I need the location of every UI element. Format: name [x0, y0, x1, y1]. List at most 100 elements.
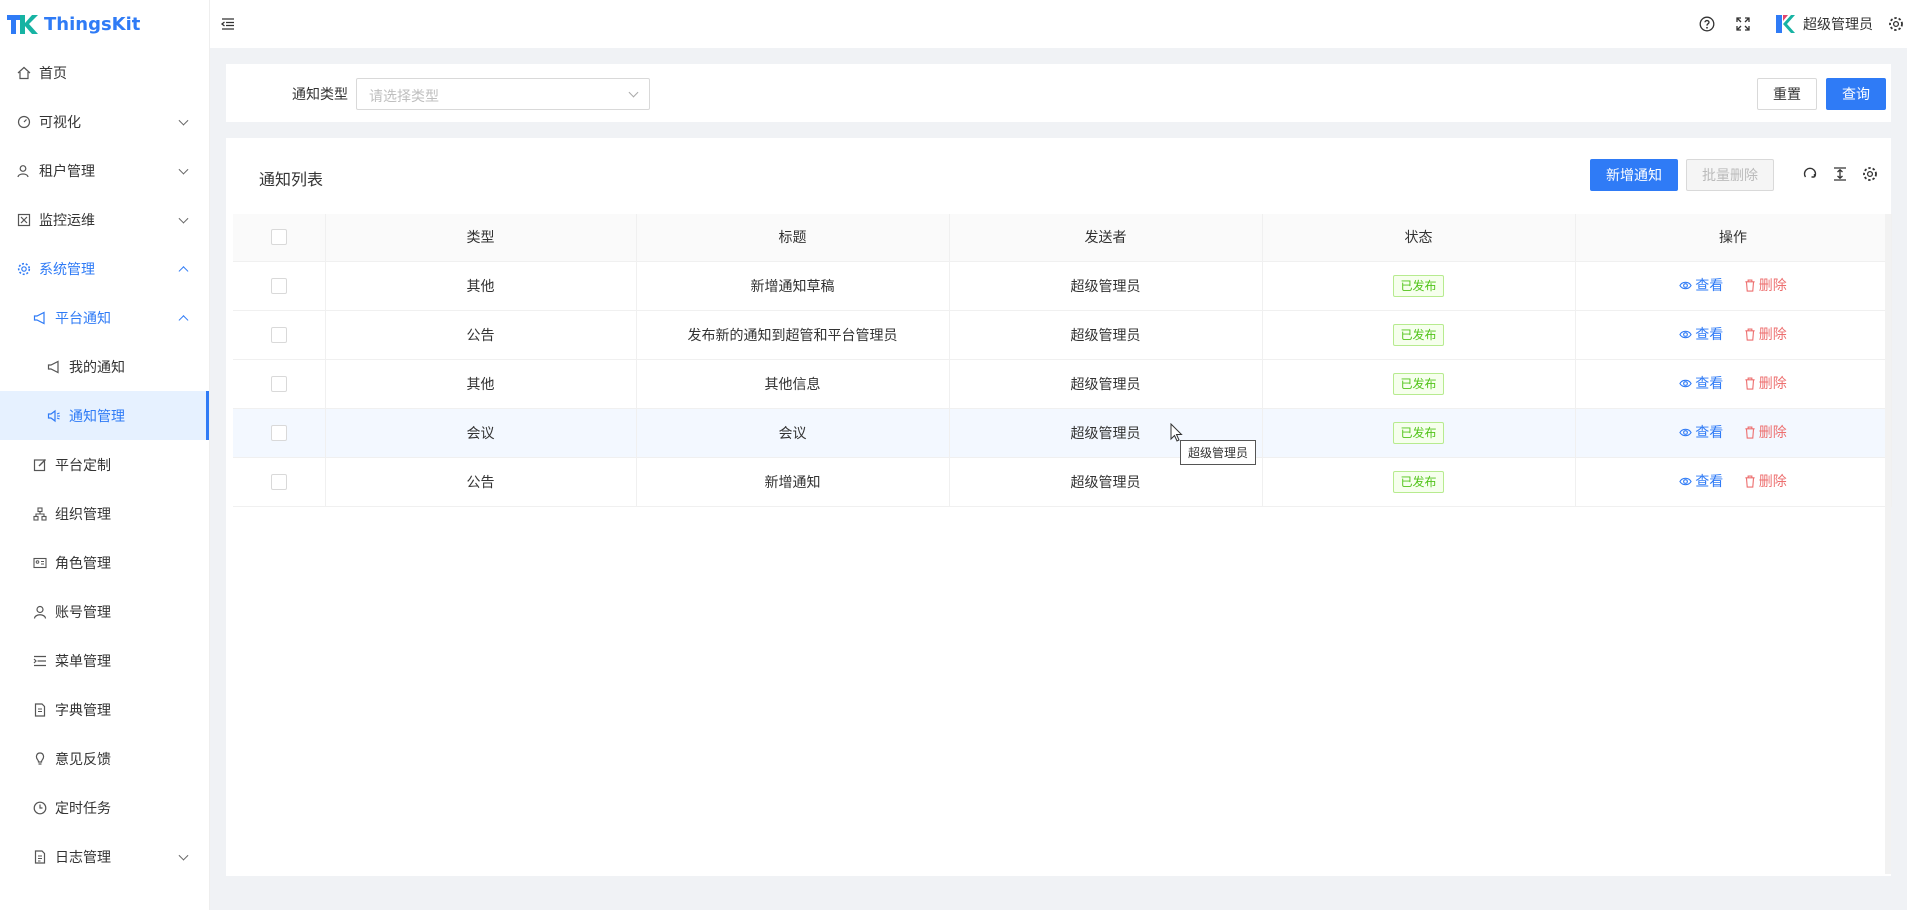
row-checkbox[interactable] — [270, 375, 287, 392]
row-checkbox[interactable] — [270, 473, 287, 490]
delete-button[interactable]: 删除 — [1744, 324, 1787, 344]
notice-type-select[interactable]: 请选择类型 — [356, 78, 650, 110]
sidebar-item-organization[interactable]: 组织管理 — [0, 489, 209, 538]
sidebar-item-visualization[interactable]: 可视化 — [0, 97, 209, 146]
edit-icon — [32, 457, 48, 473]
sidebar-item-platform-custom[interactable]: 平台定制 — [0, 440, 209, 489]
menu-fold-icon[interactable] — [220, 16, 236, 32]
batch-delete-button[interactable]: 批量删除 — [1686, 159, 1774, 191]
sidebar-item-monitor[interactable]: 监控运维 — [0, 195, 209, 244]
query-button[interactable]: 查询 — [1826, 78, 1886, 110]
view-button[interactable]: 查看 — [1679, 422, 1723, 442]
action-cell: 查看 删除 — [1575, 310, 1892, 360]
avatar — [1776, 15, 1795, 33]
sidebar-item-menu[interactable]: 菜单管理 — [0, 636, 209, 685]
header-actions: 超级管理员 — [1689, 0, 1907, 48]
delete-button[interactable]: 删除 — [1744, 471, 1787, 491]
sidebar-item-schedule[interactable]: 定时任务 — [0, 783, 209, 832]
row-checkbox[interactable] — [270, 424, 287, 441]
settings-icon[interactable] — [1885, 0, 1907, 48]
column-header: 发送者 — [949, 214, 1263, 262]
sidebar-item-label: 意见反馈 — [55, 751, 111, 768]
delete-button[interactable]: 删除 — [1744, 373, 1787, 393]
select-all-checkbox[interactable] — [270, 229, 287, 246]
chevron-down-icon — [178, 164, 189, 175]
user-dropdown[interactable]: 超级管理员 — [1761, 0, 1885, 48]
table-header-row: 类型 标题 发送者 状态 操作 — [233, 214, 1892, 262]
sidebar-item-home[interactable]: 首页 — [0, 48, 209, 97]
sidebar-item-system[interactable]: 系统管理 — [0, 244, 209, 293]
notice-table-panel: 通知列表 新增通知 批量删除 类型 标题 发送者 状态 操作 其他 新增通知草稿… — [226, 138, 1892, 876]
trash-icon — [1745, 377, 1755, 390]
row-checkbox[interactable] — [270, 326, 287, 343]
chevron-down-icon — [178, 115, 189, 126]
org-tree-icon — [32, 506, 48, 522]
view-button[interactable]: 查看 — [1679, 324, 1723, 344]
table-row: 其他 新增通知草稿 超级管理员 已发布 查看 删除 — [233, 261, 1892, 311]
view-button[interactable]: 查看 — [1679, 275, 1723, 295]
monitor-icon — [16, 212, 32, 228]
sender-cell: 超级管理员 — [949, 310, 1263, 360]
eye-icon — [1679, 281, 1692, 289]
search-panel: 通知类型 请选择类型 重置 查询 — [226, 64, 1891, 122]
sidebar-item-account[interactable]: 账号管理 — [0, 587, 209, 636]
table-row: 公告 发布新的通知到超管和平台管理员 超级管理员 已发布 查看 删除 — [233, 310, 1892, 360]
sidebar-menu: 首页 可视化 租户管理 监控运维 系统管理 平台通知 我的通知 通知管理 平台定… — [0, 48, 209, 881]
view-button[interactable]: 查看 — [1679, 471, 1723, 491]
column-header: 标题 — [636, 214, 950, 262]
chevron-down-icon — [178, 213, 189, 224]
sidebar-item-label: 通知管理 — [69, 408, 125, 425]
sidebar-item-dictionary[interactable]: 字典管理 — [0, 685, 209, 734]
add-notice-button[interactable]: 新增通知 — [1590, 159, 1678, 191]
column-header: 操作 — [1575, 214, 1892, 262]
menu-list-icon — [32, 653, 48, 669]
status-badge: 已发布 — [1393, 421, 1444, 444]
refresh-icon[interactable] — [1795, 158, 1825, 190]
select-placeholder: 请选择类型 — [369, 89, 439, 105]
sidebar-item-label: 角色管理 — [55, 555, 111, 572]
sidebar-item-label: 首页 — [39, 65, 67, 82]
help-icon[interactable] — [1689, 0, 1725, 48]
status-badge: 已发布 — [1393, 323, 1444, 346]
file-icon — [32, 702, 48, 718]
eye-icon — [1679, 477, 1692, 485]
table-scrollbar[interactable] — [1885, 214, 1891, 874]
table-title: 通知列表 — [259, 170, 324, 189]
gear-icon — [16, 261, 32, 277]
column-height-icon[interactable] — [1825, 158, 1855, 190]
status-cell: 已发布 — [1262, 408, 1576, 458]
reset-button[interactable]: 重置 — [1757, 78, 1817, 110]
delete-button[interactable]: 删除 — [1744, 422, 1787, 442]
chevron-up-icon — [178, 265, 189, 276]
fullscreen-icon[interactable] — [1725, 0, 1761, 48]
tenant-icon — [16, 163, 32, 179]
row-checkbox[interactable] — [270, 277, 287, 294]
view-button[interactable]: 查看 — [1679, 373, 1723, 393]
clock-icon — [32, 800, 48, 816]
table-toolbar — [1795, 158, 1885, 190]
type-cell: 公告 — [325, 310, 637, 360]
file-text-icon — [32, 849, 48, 865]
sidebar-item-log[interactable]: 日志管理 — [0, 832, 209, 881]
chevron-down-icon — [628, 87, 639, 98]
settings-icon[interactable] — [1855, 158, 1885, 190]
sidebar-item-notice-manage[interactable]: 通知管理 — [0, 391, 209, 440]
sidebar-item-my-notice[interactable]: 我的通知 — [0, 342, 209, 391]
type-cell: 会议 — [325, 408, 637, 458]
sidebar-item-feedback[interactable]: 意见反馈 — [0, 734, 209, 783]
type-cell: 其他 — [325, 261, 637, 311]
status-badge: 已发布 — [1393, 470, 1444, 493]
sidebar-item-role[interactable]: 角色管理 — [0, 538, 209, 587]
type-cell: 公告 — [325, 457, 637, 507]
sidebar-item-platform-notice[interactable]: 平台通知 — [0, 293, 209, 342]
sidebar-item-tenant[interactable]: 租户管理 — [0, 146, 209, 195]
delete-button[interactable]: 删除 — [1744, 275, 1787, 295]
eye-icon — [1679, 428, 1692, 436]
sidebar-item-label: 可视化 — [39, 114, 81, 131]
title-cell: 其他信息 — [636, 359, 950, 409]
megaphone-icon — [46, 359, 62, 375]
title-cell: 新增通知 — [636, 457, 950, 507]
logo[interactable]: ThingsKit — [0, 0, 209, 48]
eye-icon — [1679, 330, 1692, 338]
action-cell: 查看 删除 — [1575, 457, 1892, 507]
